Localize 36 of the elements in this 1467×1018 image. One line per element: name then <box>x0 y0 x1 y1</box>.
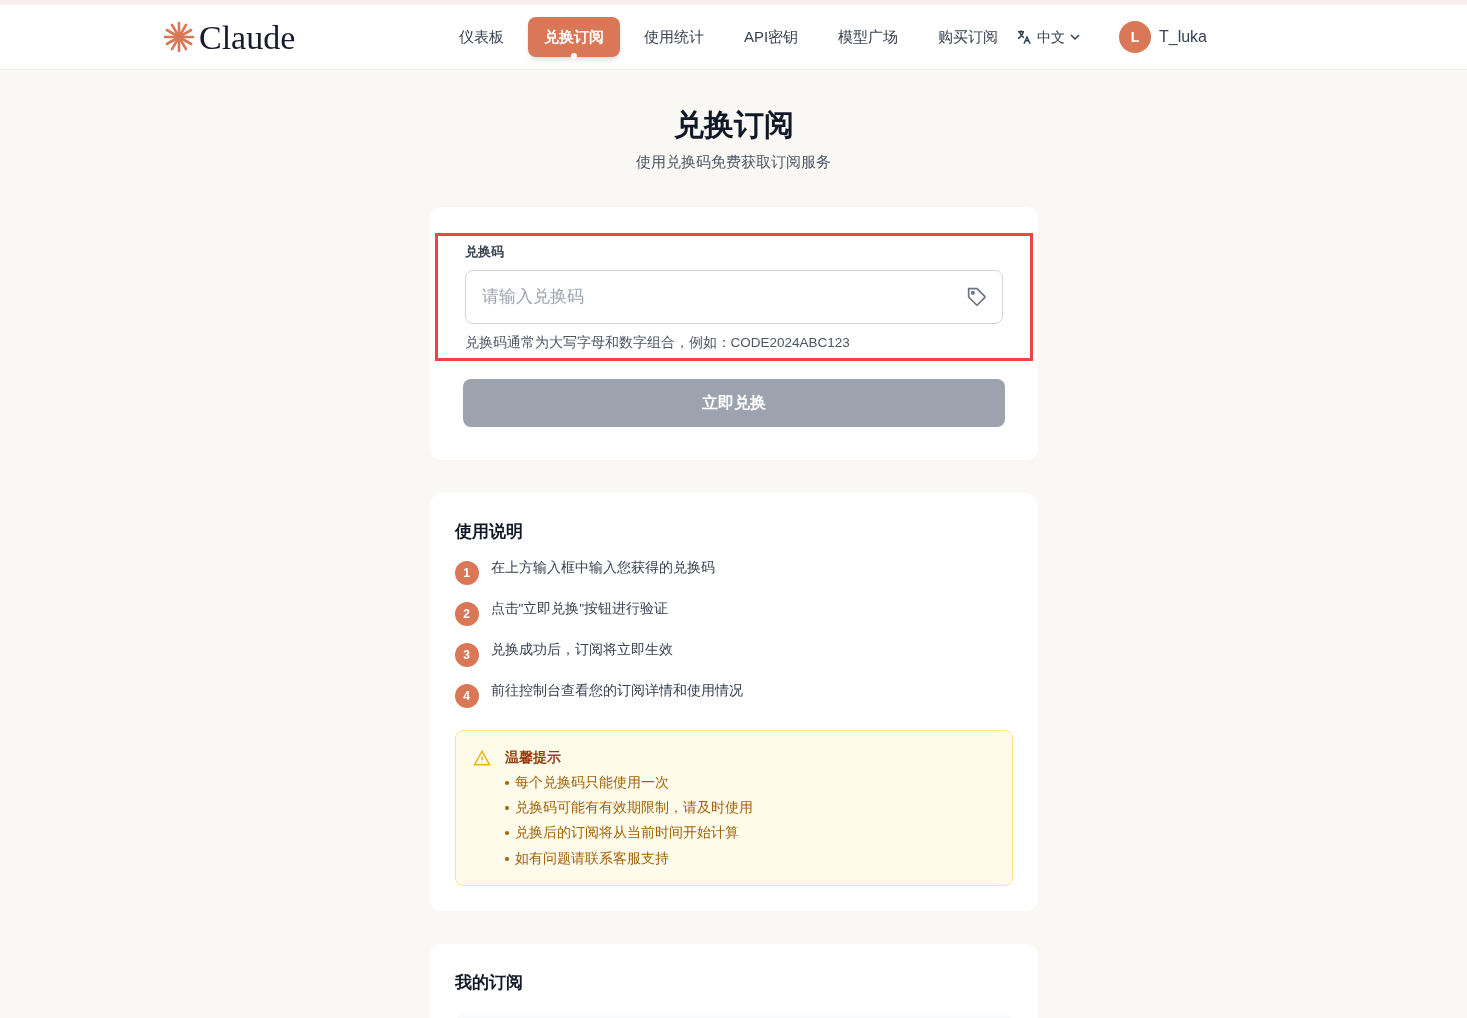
step-text: 兑换成功后，订阅将立即生效 <box>490 640 673 659</box>
warning-icon <box>472 748 491 767</box>
notice-item: 每个兑换码只能使用一次 <box>514 773 669 792</box>
tag-icon <box>966 287 987 307</box>
bullet-icon <box>504 806 509 811</box>
logo-icon <box>163 21 195 53</box>
step-text: 在上方输入框中输入您获得的兑换码 <box>490 558 715 577</box>
field-label: 兑换码 <box>464 242 505 261</box>
nav-tab[interactable]: API密钥 <box>728 17 815 57</box>
page-subtitle: 使用兑换码免费获取订阅服务 <box>636 152 831 172</box>
step-number: 4 <box>454 683 479 708</box>
chevron-down-icon <box>1068 31 1081 43</box>
language-selector[interactable]: 中文 <box>1014 26 1081 48</box>
notice-item: 兑换后的订阅将从当前时间开始计算 <box>514 824 739 843</box>
user-name: T_luka <box>1158 27 1207 47</box>
logo-text: Claude <box>199 17 296 58</box>
redeem-code-field[interactable]: 请输入兑换码 <box>464 270 1003 324</box>
notice-item: 如有问题请联系客服支持 <box>514 849 669 868</box>
nav-tab[interactable]: 模型广场 <box>822 17 915 57</box>
section-title: 使用说明 <box>454 521 524 544</box>
nav-tab[interactable]: 使用统计 <box>628 17 720 57</box>
page-title: 兑换订阅 <box>673 107 794 143</box>
bullet-icon <box>504 856 509 861</box>
section-title: 我的订阅 <box>454 971 524 994</box>
step-text: 点击"立即兑换"按钮进行验证 <box>490 599 669 618</box>
nav-tab[interactable]: 购买订阅 <box>922 17 1015 57</box>
nav-tab[interactable]: 仪表板 <box>443 17 520 57</box>
step-text: 前往控制台查看您的订阅详情和使用情况 <box>490 681 743 700</box>
bullet-icon <box>504 780 509 785</box>
bullet-icon <box>504 831 509 836</box>
step-number: 3 <box>454 642 479 667</box>
field-hint: 兑换码通常为大写字母和数字组合，例如：CODE2024ABC123 <box>464 334 851 352</box>
step-number: 1 <box>454 560 479 585</box>
step-number: 2 <box>454 601 479 626</box>
notice-item: 兑换码可能有有效期限制，请及时使用 <box>514 799 753 817</box>
notice-title: 温馨提示 <box>504 747 562 767</box>
